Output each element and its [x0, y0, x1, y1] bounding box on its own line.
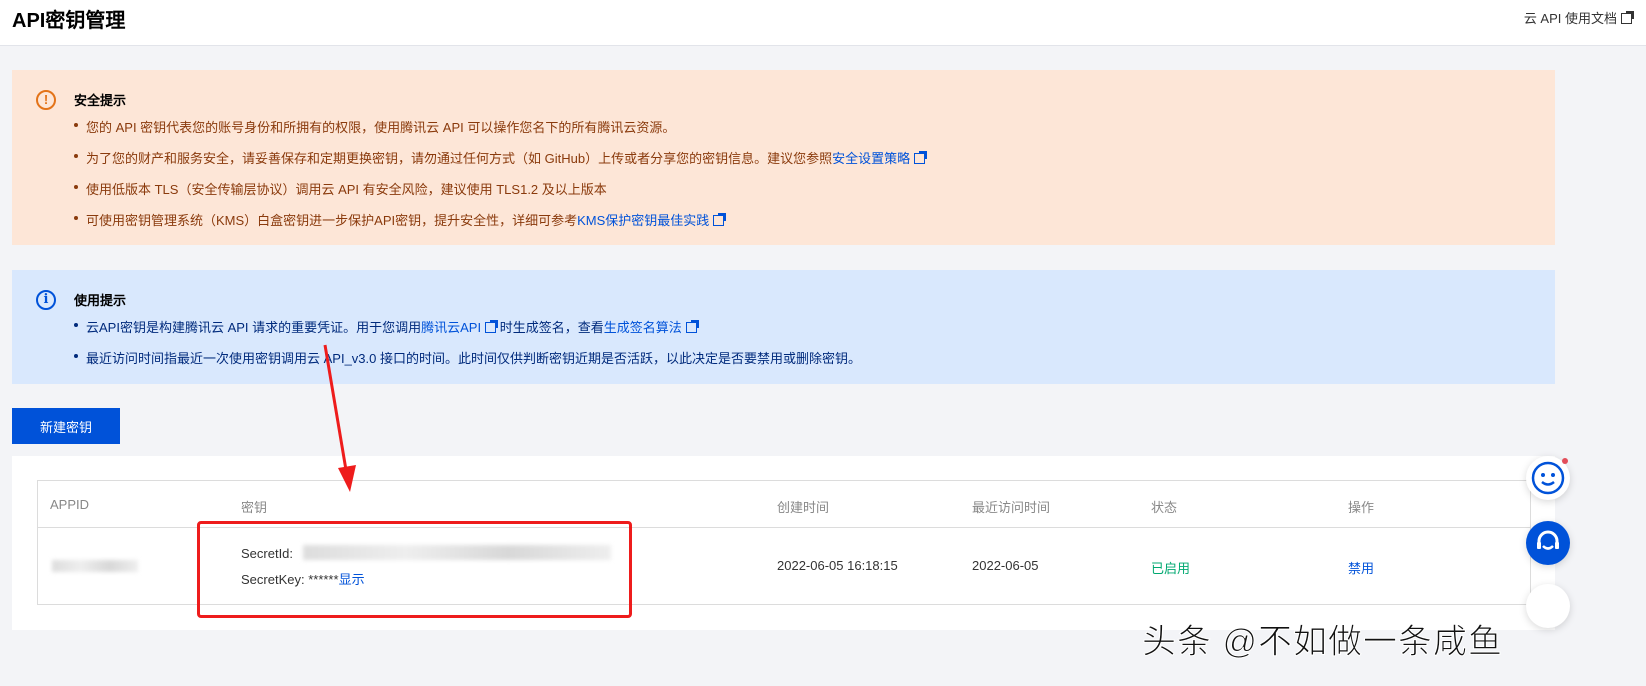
- last-access-time: 2022-06-05: [972, 558, 1039, 573]
- list-item: 使用低版本 TLS（安全传输层协议）调用云 API 有安全风险，建议使用 TLS…: [74, 179, 925, 210]
- warning-icon: !: [36, 90, 56, 110]
- float-button[interactable]: [1526, 584, 1570, 628]
- created-time: 2022-06-05 16:18:15: [777, 558, 898, 573]
- tip-text: 为了您的财产和服务安全，请妥善保存和定期更换密钥，请勿通过任何方式（如 GitH…: [86, 151, 833, 166]
- watermark: 头条 @不如做一条咸鱼: [1142, 623, 1503, 662]
- security-tips-alert: ! 安全提示 您的 API 密钥代表您的账号身份和所拥有的权限，使用腾讯云 AP…: [12, 70, 1555, 245]
- security-tips-title: 安全提示: [74, 93, 127, 108]
- column-appid: APPID: [50, 497, 90, 512]
- tencent-api-link[interactable]: 腾讯云API: [421, 320, 481, 335]
- tip-text: 您的 API 密钥代表您的账号身份和所拥有的权限，使用腾讯云 API 可以操作您…: [86, 120, 676, 135]
- usage-tips-alert: i 使用提示 云API密钥是构建腾讯云 API 请求的重要凭证。用于您调用腾讯云…: [12, 270, 1555, 384]
- column-last-access: 最近访问时间: [972, 500, 1051, 515]
- page-title: API密钥管理: [12, 10, 126, 32]
- column-action: 操作: [1348, 500, 1375, 515]
- signature-algorithm-link[interactable]: 生成签名算法: [604, 320, 682, 335]
- api-doc-link-label: 云 API 使用文档: [1523, 11, 1617, 26]
- external-link-icon: [1621, 11, 1634, 24]
- info-icon: i: [36, 290, 56, 310]
- headset-icon: [1537, 530, 1559, 550]
- column-status: 状态: [1151, 500, 1178, 515]
- list-item: 最近访问时间指最近一次使用密钥调用云 API_v3.0 接口的时间。此时间仅供判…: [74, 348, 861, 379]
- column-key: 密钥: [241, 500, 268, 515]
- customer-service-button[interactable]: [1526, 521, 1570, 565]
- column-created: 创建时间: [777, 500, 830, 515]
- tip-text: 可使用密钥管理系统（KMS）白盒密钥进一步保护API密钥，提升安全性，详细可参考: [86, 213, 578, 228]
- external-link-icon: [914, 151, 928, 164]
- tip-text: 最近访问时间指最近一次使用密钥调用云 API_v3.0 接口的时间。此时间仅供判…: [86, 351, 861, 366]
- status-badge: 已启用: [1151, 561, 1191, 576]
- tip-text: 云API密钥是构建腾讯云 API 请求的重要凭证。用于您调用: [86, 320, 422, 335]
- disable-key-link[interactable]: 禁用: [1348, 558, 1374, 577]
- api-doc-link[interactable]: 云 API 使用文档: [1523, 8, 1634, 27]
- kms-best-practice-link[interactable]: KMS保护密钥最佳实践: [577, 213, 709, 228]
- appid-redacted: [52, 560, 138, 572]
- list-item: 为了您的财产和服务安全，请妥善保存和定期更换密钥，请勿通过任何方式（如 GitH…: [74, 148, 928, 179]
- list-item: 可使用密钥管理系统（KMS）白盒密钥进一步保护API密钥，提升安全性，详细可参考…: [74, 210, 925, 241]
- list-item: 云API密钥是构建腾讯云 API 请求的重要凭证。用于您调用腾讯云API 时生成…: [74, 317, 861, 348]
- list-item: 您的 API 密钥代表您的账号身份和所拥有的权限，使用腾讯云 API 可以操作您…: [74, 117, 925, 148]
- external-link-icon: [713, 213, 727, 226]
- tip-text: 使用低版本 TLS（安全传输层协议）调用云 API 有安全风险，建议使用 TLS…: [86, 182, 607, 197]
- notification-dot: [1562, 458, 1568, 464]
- smiley-icon: [1531, 461, 1565, 495]
- usage-tips-title: 使用提示: [74, 293, 127, 308]
- annotation-highlight-box: [197, 521, 632, 618]
- external-link-icon: [685, 320, 699, 333]
- security-policy-link[interactable]: 安全设置策略: [832, 151, 910, 166]
- page-header: API密钥管理 云 API 使用文档: [0, 0, 1646, 46]
- new-key-button[interactable]: 新建密钥: [12, 408, 120, 444]
- external-link-icon: [485, 320, 499, 333]
- tip-text: 时生成签名，查看: [499, 320, 604, 335]
